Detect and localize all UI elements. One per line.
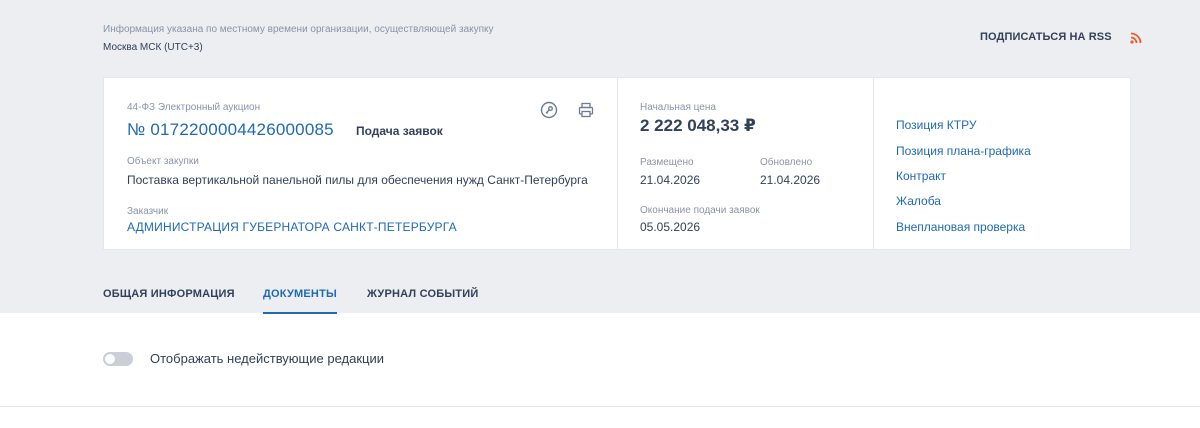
procurement-main-column: 44-ФЗ Электронный аукцион № 017220000442… bbox=[104, 78, 617, 249]
object-value: Поставка вертикальной панельной пилы для… bbox=[127, 173, 588, 187]
price-label: Начальная цена bbox=[640, 102, 716, 113]
toggle-knob bbox=[105, 353, 115, 364]
procurement-stage: Подача заявок bbox=[356, 124, 443, 138]
active-tab-indicator bbox=[263, 312, 337, 314]
procurement-card: 44-ФЗ Электронный аукцион № 017220000442… bbox=[103, 77, 1131, 250]
placed-label: Размещено bbox=[640, 157, 694, 168]
tab-event-log[interactable]: ЖУРНАЛ СОБЫТИЙ bbox=[367, 288, 478, 300]
complaint-link[interactable]: Жалоба bbox=[896, 194, 941, 208]
toggle-label: Отображать недействующие редакции bbox=[150, 351, 385, 366]
timezone-value: Москва МСК (UTC+3) bbox=[103, 42, 203, 53]
contract-link[interactable]: Контракт bbox=[896, 169, 946, 183]
print-icon[interactable] bbox=[577, 101, 595, 119]
end-value: 05.05.2026 bbox=[640, 220, 701, 234]
rss-subscribe-link[interactable]: ПОДПИСАТЬСЯ НА RSS bbox=[980, 31, 1142, 44]
timezone-note: Информация указана по местному времени о… bbox=[103, 24, 494, 35]
show-inactive-toggle[interactable] bbox=[103, 351, 133, 366]
updated-value: 21.04.2026 bbox=[760, 173, 821, 187]
end-label: Окончание подачи заявок bbox=[640, 205, 760, 216]
key-icon[interactable] bbox=[540, 101, 558, 119]
rss-icon bbox=[1130, 31, 1142, 44]
header-area: Информация указана по местному времени о… bbox=[0, 0, 1200, 314]
divider bbox=[0, 406, 1200, 407]
tab-documents[interactable]: ДОКУМЕНТЫ bbox=[263, 288, 337, 300]
updated-label: Обновлено bbox=[760, 157, 813, 168]
customer-label: Заказчик bbox=[127, 206, 169, 217]
placed-value: 21.04.2026 bbox=[640, 173, 701, 187]
tab-general-info[interactable]: ОБЩАЯ ИНФОРМАЦИЯ bbox=[103, 288, 235, 300]
procurement-number-link[interactable]: № 0172200004426000085 bbox=[127, 120, 334, 140]
links-column: Позиция КТРУ Позиция плана-графика Контр… bbox=[873, 78, 1131, 249]
procurement-type: 44-ФЗ Электронный аукцион bbox=[127, 102, 261, 113]
customer-link[interactable]: АДМИНИСТРАЦИЯ ГУБЕРНАТОРА САНКТ-ПЕТЕРБУР… bbox=[127, 220, 457, 234]
unscheduled-check-link[interactable]: Внеплановая проверка bbox=[896, 220, 1025, 234]
pricing-column: Начальная цена 2 222 048,33 ₽ Размещено … bbox=[617, 78, 873, 249]
toggle-row: Отображать недействующие редакции bbox=[103, 351, 384, 366]
ktru-link[interactable]: Позиция КТРУ bbox=[896, 118, 976, 132]
object-label: Объект закупки bbox=[127, 156, 199, 167]
price-value: 2 222 048,33 ₽ bbox=[640, 116, 756, 135]
plan-schedule-link[interactable]: Позиция плана-графика bbox=[896, 144, 1031, 158]
rss-subscribe-label: ПОДПИСАТЬСЯ НА RSS bbox=[980, 31, 1112, 43]
